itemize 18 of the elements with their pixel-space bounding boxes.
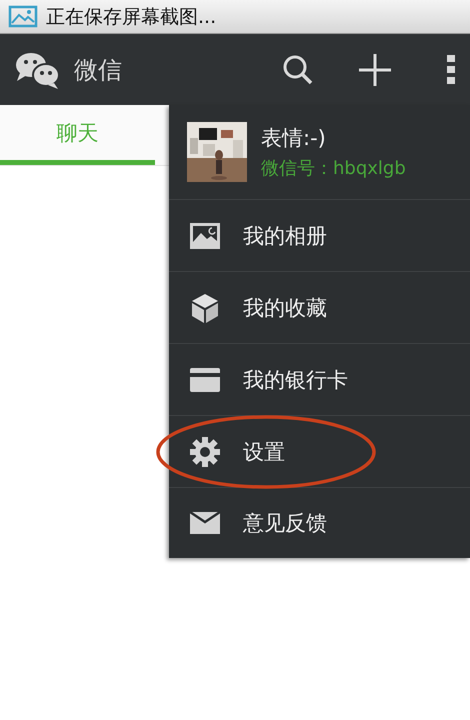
- search-button[interactable]: [282, 54, 314, 86]
- wechat-id: 微信号：hbqxlgb: [261, 157, 406, 180]
- gear-icon: [190, 436, 220, 466]
- picture-icon: [189, 222, 221, 250]
- screenshot-icon: [8, 4, 38, 28]
- card-icon: [189, 366, 221, 392]
- menu-item[interactable]: 意见反馈: [169, 488, 470, 558]
- more-menu-button[interactable]: [446, 54, 456, 84]
- cube-icon: [191, 292, 219, 322]
- add-button[interactable]: [358, 52, 392, 86]
- menu-item[interactable]: 我的银行卡: [169, 344, 470, 416]
- menu-item[interactable]: 我的收藏: [169, 272, 470, 344]
- app-title: 微信: [74, 54, 123, 86]
- envelope-icon: [189, 511, 221, 535]
- profile-name: 表情:-): [261, 125, 327, 152]
- menu-item[interactable]: 设置: [169, 416, 470, 488]
- status-text: 正在保存屏幕截图...: [46, 4, 216, 30]
- menu-item[interactable]: 我的相册: [169, 200, 470, 272]
